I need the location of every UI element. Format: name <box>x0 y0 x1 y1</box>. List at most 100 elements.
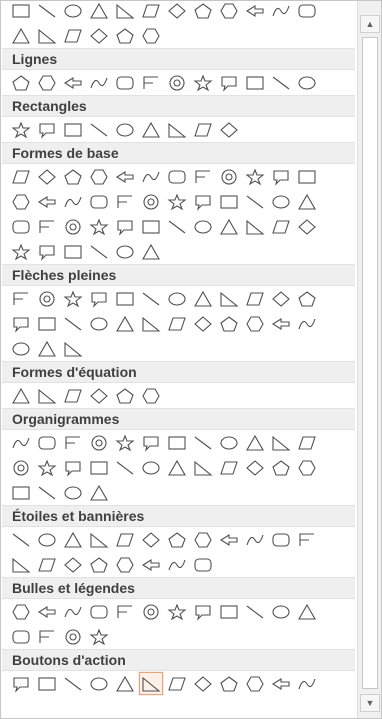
shape-button[interactable] <box>242 455 268 480</box>
shape-button[interactable] <box>164 671 190 696</box>
shape-button[interactable] <box>190 1 216 23</box>
shape-button[interactable] <box>112 671 138 696</box>
shape-button[interactable] <box>112 189 138 214</box>
shape-button[interactable] <box>138 1 164 23</box>
shape-button[interactable] <box>8 286 34 311</box>
shape-button[interactable] <box>190 430 216 455</box>
shape-button[interactable] <box>268 671 294 696</box>
shape-button[interactable] <box>268 1 294 23</box>
shape-button[interactable] <box>164 214 190 239</box>
shape-button[interactable] <box>216 286 242 311</box>
shape-button[interactable] <box>216 214 242 239</box>
shape-button[interactable] <box>8 70 34 95</box>
shape-button[interactable] <box>8 455 34 480</box>
shape-button[interactable] <box>216 430 242 455</box>
shape-button[interactable] <box>112 552 138 577</box>
shape-button[interactable] <box>268 164 294 189</box>
shape-button[interactable] <box>294 164 320 189</box>
shape-button[interactable] <box>60 214 86 239</box>
shape-button[interactable] <box>60 599 86 624</box>
shape-button[interactable] <box>86 383 112 408</box>
shape-button[interactable] <box>268 286 294 311</box>
shape-button[interactable] <box>86 117 112 142</box>
shape-button[interactable] <box>138 286 164 311</box>
shape-button[interactable] <box>60 383 86 408</box>
shape-button[interactable] <box>216 671 242 696</box>
shape-button[interactable] <box>86 430 112 455</box>
shape-button[interactable] <box>112 599 138 624</box>
shape-button[interactable] <box>86 1 112 23</box>
shape-button[interactable] <box>190 164 216 189</box>
shape-button[interactable] <box>216 117 242 142</box>
shape-button[interactable] <box>112 430 138 455</box>
shape-button[interactable] <box>164 189 190 214</box>
shape-button[interactable] <box>268 214 294 239</box>
shape-button[interactable] <box>294 214 320 239</box>
shape-button[interactable] <box>294 189 320 214</box>
shape-button[interactable] <box>34 336 60 361</box>
shape-button[interactable] <box>8 624 34 649</box>
shape-button[interactable] <box>86 189 112 214</box>
shape-button[interactable] <box>268 311 294 336</box>
shape-button[interactable] <box>268 189 294 214</box>
shape-button[interactable] <box>34 455 60 480</box>
shape-button[interactable] <box>138 23 164 48</box>
shape-button[interactable] <box>190 286 216 311</box>
shape-button[interactable] <box>242 430 268 455</box>
shape-button[interactable] <box>294 70 320 95</box>
shape-button[interactable] <box>34 599 60 624</box>
shape-button[interactable] <box>86 311 112 336</box>
shape-button[interactable] <box>164 117 190 142</box>
shape-button[interactable] <box>8 430 34 455</box>
shape-button[interactable] <box>86 480 112 505</box>
shape-button[interactable] <box>268 527 294 552</box>
shape-button[interactable] <box>60 311 86 336</box>
shape-button[interactable] <box>242 527 268 552</box>
shape-button[interactable] <box>242 311 268 336</box>
shape-button[interactable] <box>8 480 34 505</box>
shape-button[interactable] <box>8 527 34 552</box>
shape-button[interactable] <box>60 552 86 577</box>
shape-button[interactable] <box>112 214 138 239</box>
shape-button[interactable] <box>164 70 190 95</box>
shape-button[interactable] <box>138 455 164 480</box>
shape-button[interactable] <box>164 311 190 336</box>
shape-button[interactable] <box>190 599 216 624</box>
shape-button[interactable] <box>190 671 216 696</box>
shape-button[interactable] <box>8 23 34 48</box>
scroll-down-button[interactable]: ▼ <box>360 694 380 712</box>
shape-button[interactable] <box>8 117 34 142</box>
scrollbar-thumb[interactable] <box>362 37 378 689</box>
shape-button[interactable] <box>164 552 190 577</box>
shape-button[interactable] <box>268 430 294 455</box>
shape-button[interactable] <box>268 455 294 480</box>
shape-button[interactable] <box>112 239 138 264</box>
shape-button[interactable] <box>34 430 60 455</box>
shape-button[interactable] <box>138 117 164 142</box>
shape-button[interactable] <box>216 527 242 552</box>
shape-button[interactable] <box>164 527 190 552</box>
shape-button[interactable] <box>112 70 138 95</box>
shape-button[interactable] <box>138 383 164 408</box>
shape-button[interactable] <box>242 1 268 23</box>
shape-button[interactable] <box>86 671 112 696</box>
vertical-scrollbar[interactable]: ▲ ▼ <box>357 1 381 718</box>
shape-button[interactable] <box>34 671 60 696</box>
shape-button[interactable] <box>8 311 34 336</box>
shape-button[interactable] <box>8 599 34 624</box>
shape-button[interactable] <box>86 624 112 649</box>
shape-button[interactable] <box>294 430 320 455</box>
shape-button[interactable] <box>190 117 216 142</box>
shape-button[interactable] <box>112 23 138 48</box>
shape-button[interactable] <box>34 527 60 552</box>
shape-button[interactable] <box>34 311 60 336</box>
shape-button[interactable] <box>34 383 60 408</box>
shape-button[interactable] <box>8 671 34 696</box>
shape-button[interactable] <box>138 164 164 189</box>
shape-button[interactable] <box>216 311 242 336</box>
shape-button[interactable] <box>34 624 60 649</box>
shape-button[interactable] <box>60 671 86 696</box>
shape-button[interactable] <box>268 599 294 624</box>
shape-button[interactable] <box>112 383 138 408</box>
shape-button[interactable] <box>242 214 268 239</box>
